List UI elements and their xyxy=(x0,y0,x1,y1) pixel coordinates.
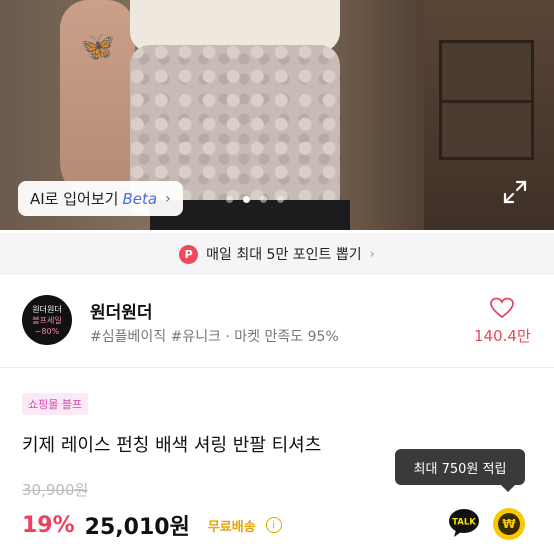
sale-price: 25,010원 xyxy=(84,515,190,540)
won-coin-icon: ₩ xyxy=(498,513,520,535)
carousel-dot[interactable] xyxy=(260,196,267,203)
like-count: 140.4만 xyxy=(474,327,531,345)
ai-try-on-label: AI로 입어보기 xyxy=(30,190,119,208)
shop-tags: #심플베이직 #유니크 · 마켓 만족도 95% xyxy=(90,329,339,345)
product-title: 키제 레이스 펀칭 배색 셔링 반팔 티셔츠 xyxy=(22,435,322,456)
shop-name[interactable]: 원더원더 xyxy=(90,298,153,323)
chevron-right-icon: › xyxy=(369,246,375,262)
expand-icon[interactable] xyxy=(502,179,528,205)
carousel-dot[interactable] xyxy=(226,196,233,203)
reward-coin-button[interactable]: ₩ xyxy=(493,508,525,540)
carousel-indicator xyxy=(226,196,284,203)
product-detail-page: 🦋 AI로 입어보기 Beta › P 매일 최대 5만 포인트 뽑기 › 원더… xyxy=(0,0,554,554)
product-image-carousel[interactable]: 🦋 AI로 입어보기 Beta › xyxy=(0,0,554,230)
info-icon[interactable]: i xyxy=(265,517,282,533)
daily-point-banner[interactable]: P 매일 최대 5만 포인트 뽑기 › xyxy=(0,233,554,275)
original-price: 30,900원 xyxy=(22,481,89,499)
butterfly-tattoo-icon: 🦋 xyxy=(80,30,115,63)
carousel-dot[interactable] xyxy=(277,196,284,203)
ai-try-on-button[interactable]: AI로 입어보기 Beta › xyxy=(18,181,183,216)
background-shelf-board xyxy=(439,100,534,103)
chevron-right-icon: › xyxy=(165,190,171,207)
carousel-dot-active[interactable] xyxy=(243,196,250,203)
heart-icon[interactable] xyxy=(490,297,514,319)
price-row: 19% 25,010원 무료배송 i xyxy=(22,509,282,541)
discount-rate: 19% xyxy=(22,512,75,538)
shop-logo-line3: ~80% xyxy=(34,326,60,336)
shop-logo[interactable]: 원더원더 블프세일 ~80% xyxy=(22,295,72,345)
kakao-talk-button[interactable]: TALK xyxy=(448,508,480,538)
free-shipping-label: 무료배송 xyxy=(207,519,256,535)
section-divider xyxy=(0,367,554,368)
reward-tooltip: 최대 750원 적립 xyxy=(395,449,525,492)
point-banner-text: 매일 최대 5만 포인트 뽑기 xyxy=(206,247,362,263)
beta-label: Beta xyxy=(122,189,158,208)
shop-logo-line1: 원더원더 xyxy=(32,304,62,314)
shop-logo-line2: 블프세일 xyxy=(32,315,62,325)
point-icon: P xyxy=(179,244,199,264)
shop-info[interactable]: 원더원더 블프세일 ~80% 원더원더 #심플베이직 #유니크 · 마켓 만족도… xyxy=(0,283,554,358)
talk-label: TALK xyxy=(452,518,476,528)
mall-sale-badge: 쇼핑몰 블프 xyxy=(22,393,89,415)
